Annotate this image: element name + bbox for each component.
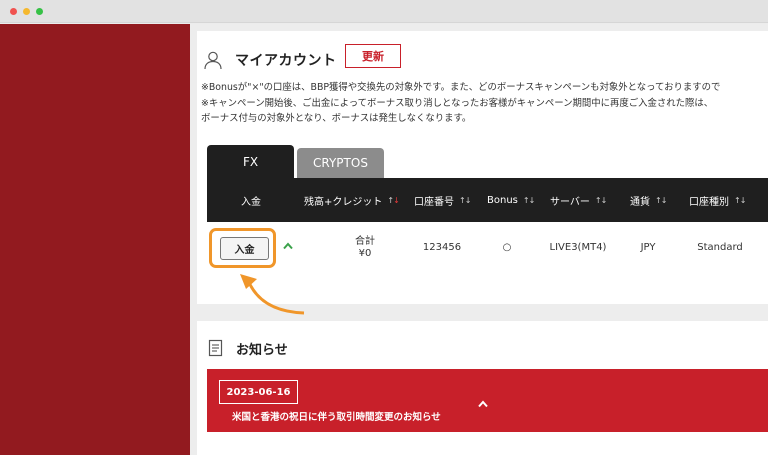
window-maximize-button[interactable] <box>36 8 43 15</box>
notice-text: ※Bonusが"×"の口座は、BBP獲得や交換先の対象外です。また、どのボーナス… <box>201 80 768 127</box>
balance-label: 合計 <box>355 236 375 247</box>
tab-cryptos[interactable]: CRYPTOS <box>297 148 384 178</box>
column-header-server[interactable]: サーバー ↑↓ <box>550 178 607 222</box>
column-header-bonus[interactable]: Bonus ↑↓ <box>487 178 535 222</box>
account-number-cell: 123456 <box>422 242 462 253</box>
sort-icon[interactable]: ↑↓ <box>734 196 746 205</box>
window-close-button[interactable] <box>10 8 17 15</box>
sidebar <box>0 24 190 455</box>
accounts-table-header: 入金 残高+クレジット ↑↓ 口座番号 ↑↓ Bonus ↑↓ サーバー ↑↓ … <box>207 178 768 222</box>
expand-up-icon[interactable] <box>282 240 294 252</box>
column-header-account-number[interactable]: 口座番号 ↑↓ <box>414 178 471 222</box>
sort-icon[interactable]: ↑↓ <box>655 196 667 205</box>
window-titlebar <box>0 0 768 23</box>
news-header: お知らせ <box>208 336 288 360</box>
bonus-cell: ○ <box>502 242 512 253</box>
server-cell: LIVE3(MT4) <box>549 242 607 253</box>
account-type-cell: Standard <box>697 242 743 253</box>
account-header: マイアカウント <box>203 48 337 72</box>
column-header-balance[interactable]: 残高+クレジット ↑↓ <box>304 178 400 222</box>
window-minimize-button[interactable] <box>23 8 30 15</box>
notice-line: ボーナス付与の対象外となり、ボーナスは発生しなくなります。 <box>201 113 472 124</box>
refresh-button[interactable]: 更新 <box>345 44 401 68</box>
column-header-deposit: 入金 <box>241 196 261 208</box>
notice-line: ※キャンペーン開始後、ご出金によってボーナス取り消しとなったお客様がキャンペーン… <box>201 97 714 109</box>
sort-icon[interactable]: ↑↓ <box>387 196 399 205</box>
sort-icon[interactable]: ↑↓ <box>595 196 607 205</box>
deposit-button[interactable]: 入金 <box>220 237 269 260</box>
news-headline[interactable]: 米国と香港の祝日に伴う取引時間変更のお知らせ <box>232 409 441 423</box>
user-icon <box>204 51 222 70</box>
balance-cell: 合計 ¥0 <box>325 222 405 274</box>
balance-value: ¥0 <box>358 248 372 259</box>
notice-line: ※Bonusが"×"の口座は、BBP獲得や交換先の対象外です。また、どのボーナス… <box>201 82 721 93</box>
main-content: マイアカウント 更新 ※Bonusが"×"の口座は、BBP獲得や交換先の対象外で… <box>190 24 768 455</box>
sort-icon[interactable]: ↑↓ <box>523 196 535 205</box>
pointer-arrow-icon <box>240 274 305 315</box>
column-header-account-type[interactable]: 口座種別 ↑↓ <box>689 178 746 222</box>
currency-cell: JPY <box>640 242 656 253</box>
collapse-up-icon[interactable] <box>477 398 489 410</box>
news-title: お知らせ <box>236 342 288 358</box>
news-item[interactable]: 2023-06-16 米国と香港の祝日に伴う取引時間変更のお知らせ <box>207 369 768 432</box>
news-date-badge: 2023-06-16 <box>219 380 298 404</box>
sort-icon[interactable]: ↑↓ <box>459 196 471 205</box>
notice-icon <box>208 339 223 357</box>
tab-fx[interactable]: FX <box>207 145 294 178</box>
page-title: マイアカウント <box>235 53 337 69</box>
column-header-currency[interactable]: 通貨 ↑↓ <box>630 178 667 222</box>
